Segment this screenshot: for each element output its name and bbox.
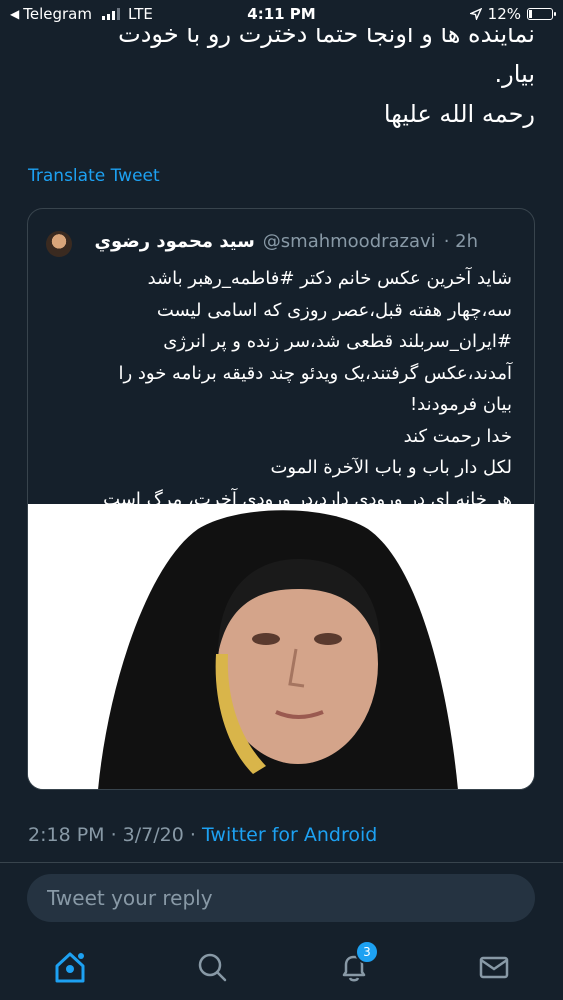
divider (0, 862, 563, 863)
avatar[interactable] (46, 231, 72, 257)
portrait-photo (28, 504, 534, 789)
search-icon (198, 953, 227, 982)
tweet-text: نماینده ها و اونجا حتما دخترت رو با خودت… (15, 14, 535, 134)
quoted-line: سه،چهار هفته قبل،عصر روزی که اسامی لیست (156, 299, 512, 321)
quoted-tweet[interactable]: سید محمود رضوي @smahmoodrazavi · 2h شاید… (27, 208, 535, 790)
reply-input[interactable] (45, 885, 535, 911)
quoted-line: شاید آخرین عکس خانم دکتر #فاطمه_رهبر باش… (147, 268, 512, 289)
tab-notifications[interactable]: 3 (337, 940, 379, 984)
tweet-source-link[interactable]: Twitter for Android (202, 824, 377, 846)
tweet-line: بیار. (494, 60, 535, 88)
quoted-author-handle[interactable]: @smahmoodrazavi (263, 231, 436, 252)
tweet-date: 2:18 PM · 3/7/20 · (28, 824, 196, 846)
quoted-line: بیان فرمودند! (409, 394, 512, 415)
tweet-line: رحمه الله علیها (383, 100, 535, 128)
quoted-line: خدا رحمت کند (403, 425, 512, 447)
reply-box[interactable] (27, 874, 535, 922)
home-icon (55, 952, 85, 983)
quoted-tweet-header: سید محمود رضوي @smahmoodrazavi · 2h (95, 231, 478, 252)
quoted-line: آمدند،عکس گرفتند،یک ویدئو چند دقیقه برنا… (118, 362, 512, 384)
quoted-tweet-time: · 2h (443, 231, 478, 252)
quoted-author-name[interactable]: سید محمود رضوي (95, 231, 255, 252)
quoted-tweet-photo[interactable] (28, 504, 534, 789)
messages-icon (479, 956, 509, 979)
translate-tweet-link[interactable]: Translate Tweet (28, 166, 160, 186)
quoted-line: #ایران_سربلند قطعی شد،سر زنده و پر انرژی (163, 331, 512, 352)
tab-messages[interactable] (477, 950, 511, 984)
bottom-tab-bar: 3 (0, 932, 563, 1000)
quoted-tweet-text: شاید آخرین عکس خانم دکتر #فاطمه_رهبر باش… (42, 263, 512, 515)
tweet-meta: 2:18 PM · 3/7/20 · Twitter for Android (28, 824, 377, 846)
tab-search[interactable] (195, 950, 229, 984)
tab-home[interactable] (53, 950, 87, 984)
status-bar-background (0, 0, 563, 28)
notification-count-badge: 3 (355, 940, 379, 964)
quoted-line: لکل دار باب و باب الآخرة الموت (270, 457, 512, 478)
